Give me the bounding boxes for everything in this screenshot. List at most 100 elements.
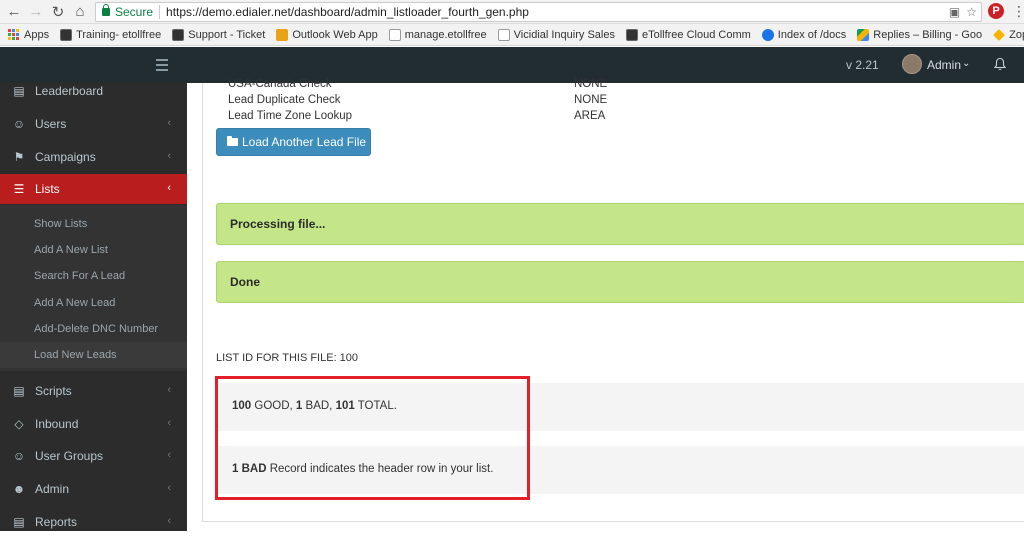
sidebar-item-label: Admin bbox=[35, 482, 70, 496]
setting-value: AREA bbox=[574, 110, 606, 122]
chevron-down-icon[interactable]: ⌄ bbox=[962, 58, 970, 69]
zopim-icon bbox=[993, 28, 1006, 41]
bookmark-support[interactable]: Support - Ticket bbox=[172, 28, 266, 41]
user-group-icon: ☺ bbox=[12, 449, 26, 463]
browser-menu-icon[interactable]: ⋮ bbox=[1012, 4, 1024, 18]
lock-icon bbox=[102, 4, 110, 16]
bookmarks-bar: Apps Training- etollfree Support - Ticke… bbox=[0, 24, 1024, 46]
sidebar-item-users[interactable]: ☺ Users ‹ bbox=[0, 109, 187, 139]
bookmark-index-docs[interactable]: Index of /docs bbox=[761, 28, 847, 41]
chevron-left-icon: ‹ bbox=[167, 117, 171, 129]
hamburger-menu-icon[interactable] bbox=[156, 59, 168, 74]
page-icon bbox=[497, 28, 510, 41]
bookmark-zopim[interactable]: Zopim Dashboard - H bbox=[993, 29, 1024, 41]
highlight-annotation-box bbox=[215, 376, 530, 500]
sidebar-item-leaderboard[interactable]: ▤ Leaderboard bbox=[0, 76, 187, 106]
sidebar-item-admin[interactable]: ☻ Admin ‹ bbox=[0, 474, 187, 504]
sidebar-item-user-groups[interactable]: ☺ User Groups ‹ bbox=[0, 441, 187, 471]
setting-key: Lead Time Zone Lookup bbox=[228, 110, 353, 122]
chevron-left-icon: ‹ bbox=[167, 515, 171, 527]
apps-grid-icon bbox=[8, 28, 20, 41]
page-icon bbox=[388, 28, 401, 41]
address-divider bbox=[159, 5, 161, 19]
submenu-add-new-list[interactable]: Add A New List bbox=[34, 244, 108, 256]
bookmark-manage[interactable]: manage.etollfree bbox=[388, 28, 487, 41]
diamond-icon: ◇ bbox=[14, 417, 24, 431]
chevron-left-icon: ‹ bbox=[167, 417, 171, 429]
done-alert: Done bbox=[216, 261, 1024, 303]
processing-alert: Processing file... bbox=[216, 203, 1024, 245]
sidebar-item-campaigns[interactable]: ⚑ Campaigns ‹ bbox=[0, 142, 187, 172]
folder-open-icon bbox=[227, 136, 238, 146]
sidebar-item-inbound[interactable]: ◇ Inbound ‹ bbox=[0, 409, 187, 439]
submenu-load-new-leads[interactable]: Load New Leads bbox=[34, 349, 117, 361]
bookmark-label: Training- etollfree bbox=[76, 28, 162, 41]
avatar[interactable] bbox=[902, 54, 922, 74]
alert-text: Processing file... bbox=[230, 217, 326, 231]
sidebar-item-lists[interactable]: ☰ Lists ‹ bbox=[0, 174, 187, 204]
chevron-left-icon: ‹ bbox=[167, 182, 171, 194]
submenu-search-lead[interactable]: Search For A Lead bbox=[34, 270, 125, 282]
bookmark-apps[interactable]: Apps bbox=[8, 28, 50, 41]
favicon-icon bbox=[60, 28, 73, 41]
list-id-text: LIST ID FOR THIS FILE: 100 bbox=[216, 352, 359, 364]
setting-value: NONE bbox=[574, 94, 608, 106]
chevron-left-icon: ‹ bbox=[167, 482, 171, 494]
sidebar-item-scripts[interactable]: ▤ Scripts ‹ bbox=[0, 376, 187, 406]
chevron-left-icon: ‹ bbox=[167, 150, 171, 162]
reload-icon[interactable]: ↻ bbox=[47, 1, 69, 23]
bookmark-label: Index of /docs bbox=[777, 28, 847, 41]
button-label: Load Another Lead File bbox=[242, 135, 367, 149]
chevron-left-icon: ‹ bbox=[167, 384, 171, 396]
file-icon: ▤ bbox=[13, 384, 25, 398]
sidebar-item-reports[interactable]: ▤ Reports ‹ bbox=[0, 507, 187, 537]
favicon-icon bbox=[172, 28, 185, 41]
setting-key: Lead Duplicate Check bbox=[228, 94, 341, 106]
sidebar-item-label: Campaigns bbox=[35, 150, 96, 164]
back-icon[interactable]: ← bbox=[3, 1, 25, 23]
outlook-icon bbox=[276, 28, 289, 41]
users-icon: ☺ bbox=[12, 117, 26, 131]
setting-value: NONE bbox=[574, 78, 608, 90]
lists-submenu: Show Lists Add A New List Search For A L… bbox=[0, 205, 187, 371]
bookmark-training[interactable]: Training- etollfree bbox=[60, 28, 162, 41]
sidebar-item-label: Lists bbox=[35, 182, 60, 196]
bell-icon[interactable] bbox=[993, 57, 1007, 71]
bookmark-label: Replies – Billing - Goo bbox=[873, 28, 983, 41]
load-another-lead-file-button[interactable]: Load Another Lead File bbox=[216, 128, 371, 156]
sidebar-item-label: Scripts bbox=[35, 384, 72, 398]
chevron-left-icon: ‹ bbox=[167, 449, 171, 461]
bookmark-label: Support - Ticket bbox=[188, 28, 266, 41]
url-text: https://demo.edialer.net/dashboard/admin… bbox=[166, 5, 529, 19]
flag-icon: ⚑ bbox=[13, 150, 25, 164]
sidebar: ▤ Leaderboard ☺ Users ‹ ⚑ Campaigns ‹ ☰ … bbox=[0, 83, 187, 531]
bookmark-label: Vicidial Inquiry Sales bbox=[513, 28, 615, 41]
bar-chart-icon: ▤ bbox=[13, 84, 25, 98]
sidebar-item-label: User Groups bbox=[35, 449, 104, 463]
site-settings-icon[interactable]: ▣ bbox=[949, 5, 960, 19]
forward-icon[interactable]: → bbox=[25, 1, 47, 23]
bookmark-replies-billing[interactable]: Replies – Billing - Goo bbox=[857, 28, 983, 41]
bookmark-label: Zopim Dashboard - H bbox=[1009, 28, 1024, 41]
address-bar[interactable]: Secure https://demo.edialer.net/dashboar… bbox=[95, 2, 982, 22]
setting-key: USA-Canada Check bbox=[228, 78, 332, 90]
globe-icon bbox=[761, 28, 774, 41]
drive-icon bbox=[857, 28, 870, 41]
submenu-show-lists[interactable]: Show Lists bbox=[34, 218, 87, 230]
submenu-add-new-lead[interactable]: Add A New Lead bbox=[34, 297, 115, 309]
bookmark-vicidial[interactable]: Vicidial Inquiry Sales bbox=[497, 28, 615, 41]
user-name[interactable]: Admin bbox=[927, 58, 961, 72]
browser-toolbar: ← → ↻ ⌂ Secure https://demo.edialer.net/… bbox=[0, 0, 1024, 24]
secure-label: Secure bbox=[115, 5, 154, 19]
home-icon[interactable]: ⌂ bbox=[69, 1, 91, 23]
pinterest-extension-icon[interactable]: P bbox=[988, 3, 1004, 19]
sidebar-item-label: Inbound bbox=[35, 417, 79, 431]
report-icon: ▤ bbox=[13, 515, 25, 529]
bookmark-outlook[interactable]: Outlook Web App bbox=[276, 28, 378, 41]
favicon-icon bbox=[625, 28, 638, 41]
bookmark-label: Outlook Web App bbox=[292, 28, 378, 41]
bookmark-label: Apps bbox=[24, 28, 50, 41]
bookmark-etollfree-cloud[interactable]: eTollfree Cloud Comm bbox=[625, 28, 751, 41]
submenu-add-delete-dnc[interactable]: Add-Delete DNC Number bbox=[34, 323, 158, 335]
bookmark-star-icon[interactable]: ☆ bbox=[966, 5, 977, 19]
